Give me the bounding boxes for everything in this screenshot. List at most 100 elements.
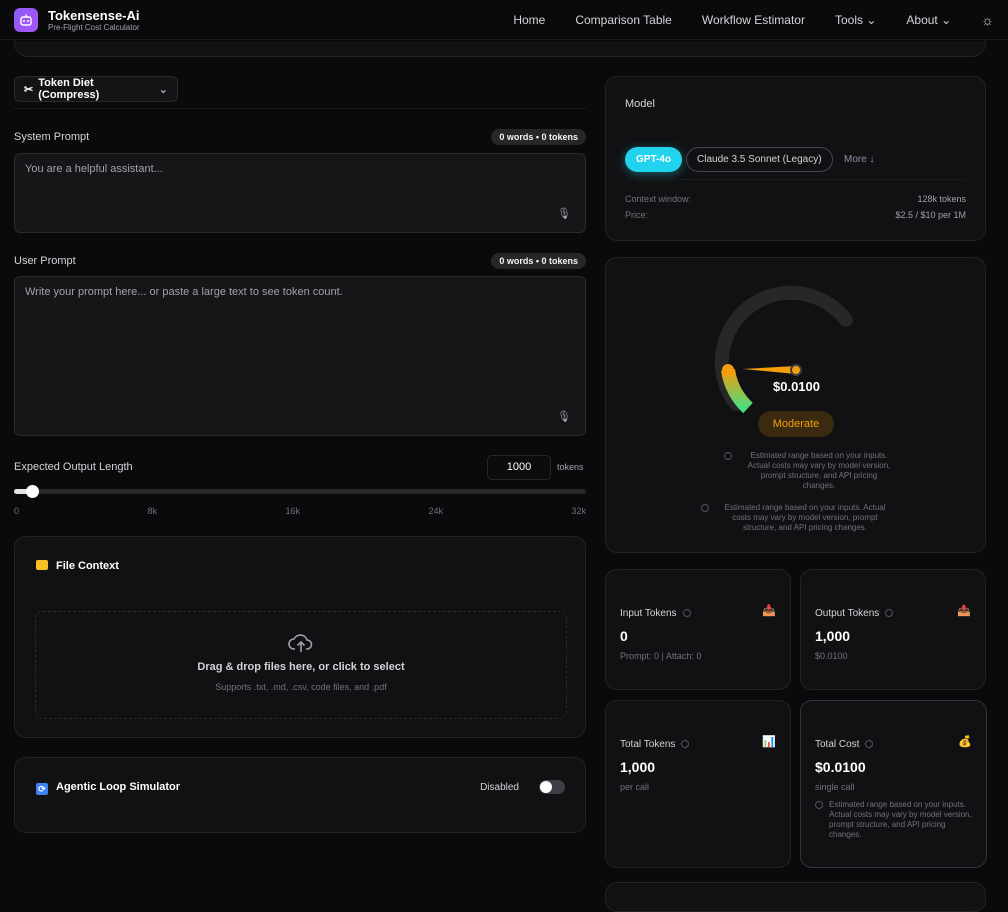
input-tokens-card: Input Tokens 📥 0 Prompt: 0 | Attach: 0	[605, 569, 791, 690]
tick-label: 32k	[571, 506, 586, 516]
nav-about-label: About	[906, 12, 938, 27]
context-window-value: 128k tokens	[917, 194, 966, 204]
gauge-value: $0.0100	[606, 379, 987, 394]
inbox-tray-icon: 📥	[762, 605, 776, 617]
output-length-unit: tokens	[557, 462, 584, 472]
file-context-title: File Context	[56, 560, 119, 572]
output-length-input[interactable]: 1000	[487, 455, 551, 480]
price-value: $2.5 / $10 per 1M	[895, 210, 966, 220]
gauge-value-text: $0.0100	[773, 379, 820, 394]
system-prompt-placeholder: You are a helpful assistant...	[25, 163, 163, 175]
app-subtitle: Pre-Flight Cost Calculator	[48, 22, 140, 32]
stat-label: Total Cost	[815, 739, 860, 750]
gauge-note-text: Estimated range based on your inputs. Ac…	[724, 503, 886, 532]
scissors-icon: ✂	[24, 83, 34, 96]
bar-chart-icon: 📊	[762, 736, 776, 748]
cost-level-badge: Moderate	[758, 411, 834, 437]
total-cost-sub: single call	[815, 782, 855, 792]
gauge-note-1: Estimated range based on your inputs. Ac…	[724, 451, 894, 491]
info-icon[interactable]	[681, 740, 690, 749]
gauge-fill-cap	[722, 364, 734, 376]
divider	[625, 179, 966, 180]
total-tokens-value: 1,000	[620, 759, 656, 775]
theme-toggle-sun-icon[interactable]: ☼	[981, 12, 994, 28]
gauge-needle	[743, 366, 796, 374]
cost-gauge	[714, 285, 853, 414]
microphone-icon[interactable]: 🎙	[557, 207, 571, 220]
folder-icon	[36, 560, 48, 570]
info-icon	[815, 801, 823, 809]
file-context-card: File Context Drag & drop files here, or …	[14, 536, 586, 738]
divider	[14, 108, 586, 109]
agentic-toggle[interactable]	[539, 780, 565, 794]
cost-gauge-card: $0.0100 Moderate Estimated range based o…	[605, 257, 986, 553]
output-length-slider[interactable]	[14, 485, 586, 498]
app-title: Tokensense-Ai	[48, 7, 140, 23]
system-prompt-textarea[interactable]: You are a helpful assistant... 🎙	[14, 153, 586, 233]
total-cost-card: Total Cost 💰 $0.0100 single call Estimat…	[800, 700, 987, 868]
chevron-down-icon: ⌄	[158, 83, 168, 96]
nav-home[interactable]: Home	[513, 13, 545, 27]
input-tokens-value: 0	[620, 628, 628, 644]
nav-about[interactable]: About ⌄	[906, 13, 951, 27]
model-more-button[interactable]: More ↓	[844, 154, 875, 165]
input-tokens-breakdown: Prompt: 0 | Attach: 0	[620, 651, 702, 661]
output-tokens-value: 1,000	[815, 628, 851, 644]
info-icon	[701, 504, 709, 512]
chevron-down-icon: ⌄	[866, 12, 877, 27]
model-option-claude-3-5-sonnet[interactable]: Claude 3.5 Sonnet (Legacy)	[686, 147, 833, 172]
agentic-status: Disabled	[480, 782, 519, 793]
model-card: Model GPT-4o Claude 3.5 Sonnet (Legacy) …	[605, 76, 986, 241]
stat-label: Total Tokens	[620, 739, 676, 750]
total-cost-note-text: Estimated range based on your inputs. Ac…	[829, 800, 972, 839]
system-prompt-label: System Prompt	[14, 131, 90, 143]
robot-logo-icon	[14, 7, 38, 32]
output-length-label: Expected Output Length	[14, 461, 133, 473]
gauge-note-2: Estimated range based on your inputs. Ac…	[701, 503, 891, 533]
top-card-partial	[14, 41, 986, 57]
user-prompt-placeholder: Write your prompt here... or paste a lar…	[25, 286, 343, 298]
file-dropzone[interactable]: Drag & drop files here, or click to sele…	[35, 611, 567, 719]
user-prompt-label: User Prompt	[14, 255, 76, 267]
total-tokens-card: Total Tokens 📊 1,000 per call	[605, 700, 791, 868]
slider-ticks: 0 8k 16k 24k 32k	[14, 506, 586, 516]
nav-tools[interactable]: Tools ⌄	[835, 13, 876, 27]
cloud-upload-icon	[36, 632, 566, 657]
user-prompt-textarea[interactable]: Write your prompt here... or paste a lar…	[14, 276, 586, 436]
context-window-label: Context window:	[625, 194, 692, 204]
dropzone-supported-types: Supports .txt, .md, .csv, code files, an…	[215, 682, 387, 692]
agentic-loop-card: ⟳ Agentic Loop Simulator Disabled	[14, 757, 586, 833]
nav-workflow-estimator[interactable]: Workflow Estimator	[702, 13, 805, 27]
info-icon[interactable]	[885, 609, 894, 618]
tick-label: 24k	[428, 506, 443, 516]
token-diet-button[interactable]: ✂ Token Diet (Compress) ⌄	[14, 76, 178, 102]
gauge-needle-hub	[790, 364, 802, 376]
agentic-loop-title: Agentic Loop Simulator	[56, 781, 181, 793]
price-label: Price:	[625, 210, 649, 220]
stat-label: Output Tokens	[815, 608, 880, 619]
slider-thumb[interactable]	[25, 485, 39, 498]
microphone-icon[interactable]: 🎙	[557, 410, 571, 423]
info-icon[interactable]	[682, 609, 691, 618]
output-tokens-cost: $0.0100	[815, 651, 848, 661]
repeat-icon: ⟳	[36, 783, 48, 795]
total-cost-value: $0.0100	[815, 759, 866, 775]
model-label: Model	[625, 98, 655, 110]
tick-label: 16k	[285, 506, 300, 516]
chevron-down-icon: ⌄	[941, 12, 952, 27]
model-option-gpt-4o[interactable]: GPT-4o	[625, 147, 683, 172]
nav-tools-label: Tools	[834, 12, 863, 27]
token-diet-label: Token Diet (Compress)	[38, 77, 100, 101]
info-icon[interactable]	[865, 740, 874, 749]
nav-comparison-table[interactable]: Comparison Table	[575, 13, 672, 27]
money-bag-icon: 💰	[958, 736, 972, 748]
total-tokens-sub: per call	[620, 782, 650, 792]
bottom-card-partial	[605, 882, 986, 912]
user-prompt-count-badge: 0 words • 0 tokens	[491, 253, 586, 269]
system-prompt-count-badge: 0 words • 0 tokens	[491, 129, 586, 145]
gauge-note-text: Estimated range based on your inputs. Ac…	[747, 451, 891, 490]
stat-label: Input Tokens	[620, 608, 677, 619]
outbox-tray-icon: 📤	[957, 605, 971, 617]
tick-label: 8k	[147, 506, 157, 516]
top-nav: Tokensense-Ai Pre-Flight Cost Calculator …	[0, 0, 1008, 40]
